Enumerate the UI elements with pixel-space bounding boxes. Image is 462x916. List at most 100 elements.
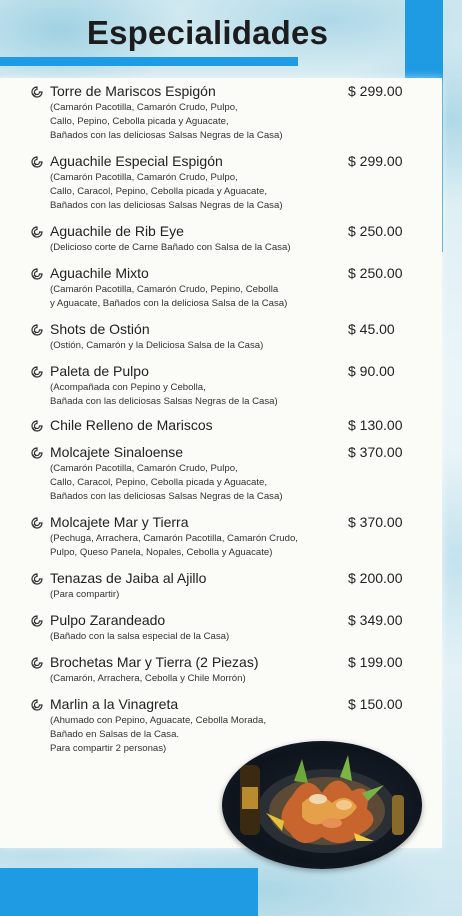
menu-item-row: Aguachile de Rib Eye $ 250.00 <box>50 222 408 240</box>
menu-item-price: $ 200.00 <box>348 570 403 586</box>
menu-item-name: Molcajete Sinaloense <box>50 444 184 460</box>
description-line: (Camarón Pacotilla, Camarón Crudo, Pulpo… <box>50 172 238 183</box>
description-line: (Pechuga, Arrachera, Camarón Pacotilla, … <box>50 533 298 544</box>
description-line: (Bañado con la salsa especial de la Casa… <box>50 631 230 642</box>
shell-icon <box>31 657 43 669</box>
accent-bar-bottom <box>0 868 258 916</box>
description-line: (Delicioso corte de Carne Bañado con Sal… <box>50 242 291 253</box>
description-line: (Acompañada con Pepino y Cebolla, <box>50 382 206 393</box>
shell-icon <box>31 615 43 627</box>
menu-item-description: (Camarón Pacotilla, Camarón Crudo, Pulpo… <box>50 171 408 213</box>
menu-item: Chile Relleno de Mariscos $ 130.00 <box>30 416 408 434</box>
menu-item-price: $ 199.00 <box>348 654 403 670</box>
menu-item-price: $ 90.00 <box>348 363 395 379</box>
shell-icon <box>31 699 43 711</box>
menu-list: Torre de Mariscos Espigón $ 299.00 (Camaró… <box>30 82 408 756</box>
description-line: Bañada con las deliciosas Salsas Negras … <box>50 396 278 407</box>
shell-icon <box>31 226 43 238</box>
description-line: y Aguacate, Bañados con la deliciosa Sal… <box>50 298 288 309</box>
shell-icon <box>31 156 43 168</box>
menu-item: Aguachile Mixto $ 250.00 (Camarón Pacotill… <box>30 264 408 311</box>
menu-item-price: $ 349.00 <box>348 612 403 628</box>
menu-item-row: Aguachile Mixto $ 250.00 <box>50 264 408 282</box>
menu-item-row: Pulpo Zarandeado $ 349.00 <box>50 611 408 629</box>
menu-item-row: Brochetas Mar y Tierra (2 Piezas) $ 199.0… <box>50 653 408 671</box>
menu-item-description: (Camarón Pacotilla, Camarón Crudo, Pepin… <box>50 283 408 311</box>
menu-item-price: $ 250.00 <box>348 265 403 281</box>
shell-icon <box>31 573 43 585</box>
menu-item: Torre de Mariscos Espigón $ 299.00 (Camaró… <box>30 82 408 143</box>
menu-item: Molcajete Sinaloense $ 370.00 (Camarón Pac… <box>30 443 408 504</box>
menu-item-price: $ 150.00 <box>348 696 403 712</box>
menu-item-name: Molcajete Mar y Tierra <box>50 514 189 530</box>
title-underline-bar <box>0 57 298 66</box>
description-line: (Camarón Pacotilla, Camarón Crudo, Pulpo… <box>50 463 238 474</box>
menu-item-description: (Camarón Pacotilla, Camarón Crudo, Pulpo… <box>50 462 408 504</box>
menu-item-description: (Camarón Pacotilla, Camarón Crudo, Pulpo… <box>50 101 408 143</box>
menu-item: Shots de Ostión $ 45.00 (Ostión, Camarón y… <box>30 320 408 353</box>
menu-item: Aguachile Especial Espigón $ 299.00 (Camar… <box>30 152 408 213</box>
description-line: Bañado en Salsas de la Casa. <box>50 729 180 740</box>
menu-item-price: $ 299.00 <box>348 153 403 169</box>
menu-item-description: (Camarón, Arrachera, Cebolla y Chile Mor… <box>50 672 408 686</box>
shell-icon <box>31 324 43 336</box>
seafood-dish-photo <box>222 741 422 869</box>
menu-item-row: Chile Relleno de Mariscos $ 130.00 <box>50 416 408 434</box>
menu-item: Pulpo Zarandeado $ 349.00 (Bañado con la s… <box>30 611 408 644</box>
menu-item-name: Torre de Mariscos Espigón <box>50 83 216 99</box>
menu-item-price: $ 250.00 <box>348 223 403 239</box>
menu-item-name: Shots de Ostión <box>50 321 150 337</box>
description-line: Callo, Caracol, Pepino, Cebolla picada y… <box>50 477 268 488</box>
menu-item-name: Pulpo Zarandeado <box>50 612 166 628</box>
shell-icon <box>31 366 43 378</box>
menu-item-row: Aguachile Especial Espigón $ 299.00 <box>50 152 408 170</box>
description-line: (Para compartir) <box>50 589 120 600</box>
menu-item-row: Molcajete Sinaloense $ 370.00 <box>50 443 408 461</box>
menu-item-name: Paleta de Pulpo <box>50 363 149 379</box>
menu-item-name: Aguachile de Rib Eye <box>50 223 184 239</box>
menu-item-price: $ 370.00 <box>348 514 403 530</box>
menu-item-description: (Acompañada con Pepino y Cebolla, Bañada … <box>50 381 408 409</box>
shell-icon <box>31 86 43 98</box>
shell-icon <box>31 420 43 432</box>
menu-item-description: (Ostión, Camarón y la Deliciosa Salsa de… <box>50 339 408 353</box>
menu-item-name: Aguachile Mixto <box>50 265 149 281</box>
description-line: (Ostión, Camarón y la Deliciosa Salsa de… <box>50 340 264 351</box>
menu-item-description: (Para compartir) <box>50 588 408 602</box>
description-line: Bañados con las deliciosas Salsas Negras… <box>50 200 283 211</box>
menu-item-row: Marlin a la Vinagreta $ 150.00 <box>50 695 408 713</box>
menu-item-row: Molcajete Mar y Tierra $ 370.00 <box>50 513 408 531</box>
menu-item: Tenazas de Jaiba al Ajillo $ 200.00 (Para … <box>30 569 408 602</box>
description-line: Callo, Pepino, Cebolla picada y Aguacate… <box>50 116 229 127</box>
menu-item-name: Marlin a la Vinagreta <box>50 696 179 712</box>
page-title: Especialidades <box>86 14 329 51</box>
dish-illustration <box>240 755 404 853</box>
menu-item: Aguachile de Rib Eye $ 250.00 (Delicioso c… <box>30 222 408 255</box>
menu-item-description: (Bañado con la salsa especial de la Casa… <box>50 630 408 644</box>
description-line: (Ahumado con Pepino, Aguacate, Cebolla M… <box>50 715 266 726</box>
shell-icon <box>31 268 43 280</box>
shell-icon <box>31 517 43 529</box>
description-line: (Camarón Pacotilla, Camarón Crudo, Pepin… <box>50 284 279 295</box>
menu-item-name: Tenazas de Jaiba al Ajillo <box>50 570 207 586</box>
menu-item-row: Paleta de Pulpo $ 90.00 <box>50 362 408 380</box>
description-line: (Camarón Pacotilla, Camarón Crudo, Pulpo… <box>50 102 238 113</box>
menu-item-name: Aguachile Especial Espigón <box>50 153 223 169</box>
shell-icon <box>31 447 43 459</box>
menu-item-price: $ 45.00 <box>348 321 395 337</box>
menu-item: Molcajete Mar y Tierra $ 370.00 (Pechuga, … <box>30 513 408 560</box>
menu-item-description: (Pechuga, Arrachera, Camarón Pacotilla, … <box>50 532 408 560</box>
menu-item-row: Tenazas de Jaiba al Ajillo $ 200.00 <box>50 569 408 587</box>
menu-item-price: $ 370.00 <box>348 444 403 460</box>
menu-item-name: Brochetas Mar y Tierra (2 Piezas) <box>50 654 259 670</box>
menu-item-price: $ 130.00 <box>348 417 403 433</box>
description-line: Bañados con las deliciosas Salsas Negras… <box>50 130 283 141</box>
description-line: (Camarón, Arrachera, Cebolla y Chile Mor… <box>50 673 246 684</box>
description-line: Bañados con las deliciosas Salsas Negras… <box>50 491 283 502</box>
description-line: Callo, Caracol, Pepino, Cebolla picada y… <box>50 186 268 197</box>
menu-item-row: Torre de Mariscos Espigón $ 299.00 <box>50 82 408 100</box>
description-line: Pulpo, Queso Panela, Nopales, Cebolla y … <box>50 547 273 558</box>
menu-item-price: $ 299.00 <box>348 83 403 99</box>
menu-item: Brochetas Mar y Tierra (2 Piezas) $ 199.0… <box>30 653 408 686</box>
menu-item: Paleta de Pulpo $ 90.00 (Acompañada con Pe… <box>30 362 408 409</box>
